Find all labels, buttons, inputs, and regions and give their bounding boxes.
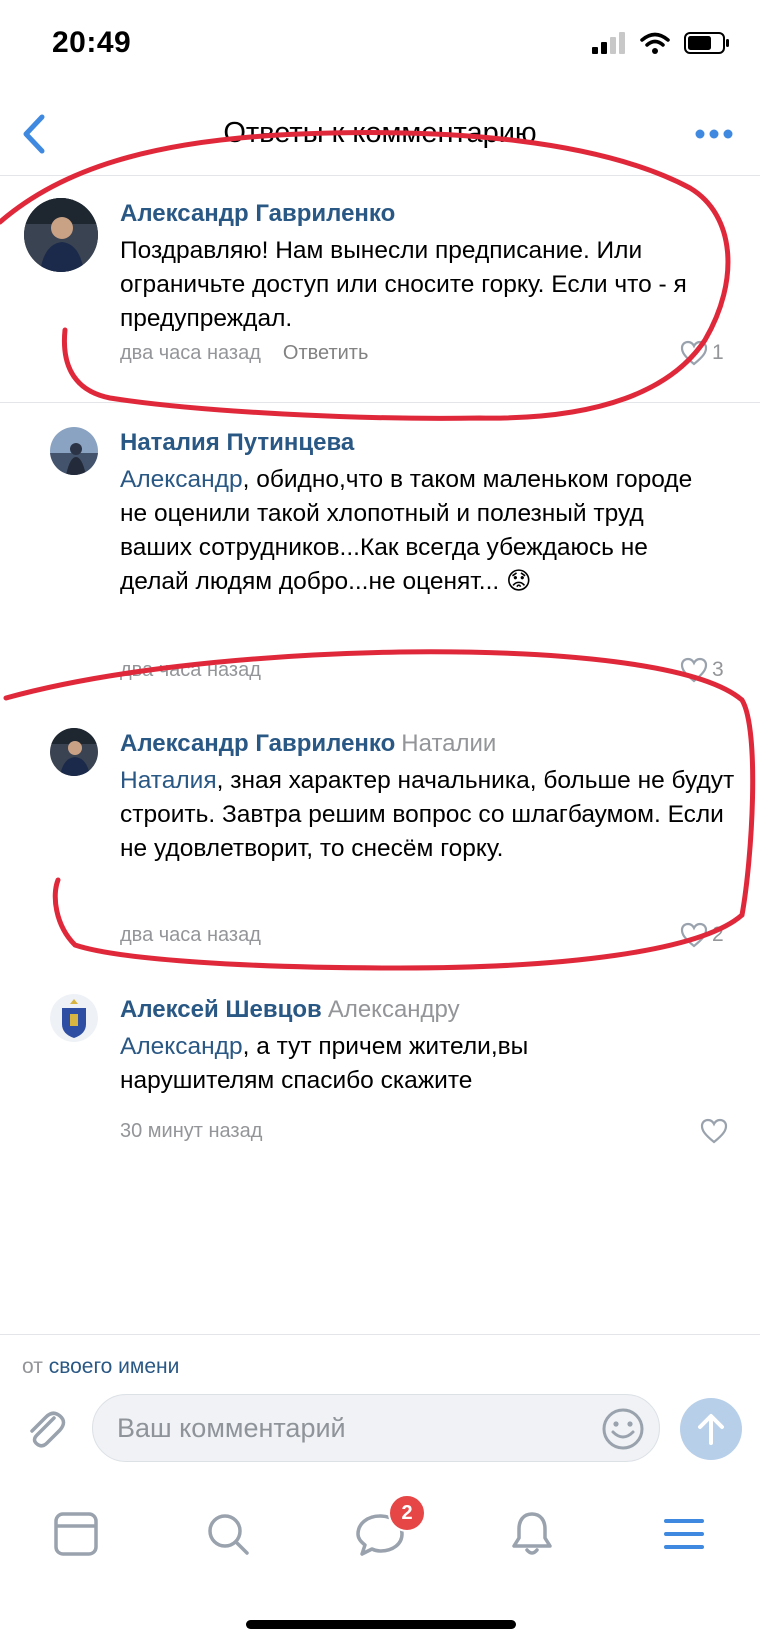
paperclip-icon[interactable]: [20, 1404, 70, 1454]
home-indicator: [246, 1620, 516, 1629]
heart-icon: [680, 657, 708, 683]
more-dots-icon[interactable]: [692, 119, 736, 149]
avatar[interactable]: [24, 198, 98, 272]
comment-time: два часа назад: [120, 924, 261, 946]
comment-meta: два часа назад: [120, 924, 261, 947]
app-header: Ответы к комментарию: [0, 95, 760, 176]
comment-input[interactable]: Ваш комментарий: [92, 1394, 660, 1462]
bell-icon[interactable]: [502, 1504, 562, 1564]
comment-author[interactable]: Александр Гавриленко Наталии: [120, 730, 496, 758]
comment-placeholder: Ваш комментарий: [117, 1413, 346, 1443]
tab-bar: 2: [0, 1480, 760, 1600]
comment-author[interactable]: Алексей Шевцов Александру: [120, 996, 460, 1024]
comment: Александр Гавриленко Наталии Наталия, зна…: [0, 700, 760, 950]
avatar[interactable]: [50, 427, 98, 475]
comment: Наталия Путинцева Александр, обидно,что …: [0, 403, 760, 689]
heart-icon: [680, 340, 708, 366]
divider: [0, 1334, 760, 1335]
comment-text: Александр, а тут причем жители,вы наруши…: [120, 1033, 529, 1094]
mention-link[interactable]: Александр: [120, 466, 243, 493]
avatar[interactable]: [50, 728, 98, 776]
emoji-icon[interactable]: [601, 1407, 645, 1451]
reply-button[interactable]: Ответить: [283, 342, 369, 364]
post-as-link[interactable]: своего имени: [49, 1355, 180, 1378]
comment-meta: два часа назад: [120, 659, 261, 682]
mention-link[interactable]: Наталия: [120, 767, 217, 794]
send-arrow-icon: [698, 1414, 724, 1445]
search-icon[interactable]: [198, 1504, 258, 1564]
like-button[interactable]: 1: [680, 340, 724, 366]
comment-time: два часа назад: [120, 342, 261, 364]
status-bar: 20:49: [0, 0, 760, 95]
comment-author[interactable]: Александр Гавриленко: [120, 200, 395, 228]
comment-time: два часа назад: [120, 659, 261, 681]
menu-icon[interactable]: [654, 1504, 714, 1564]
avatar[interactable]: [50, 994, 98, 1042]
signal-icon: [592, 32, 625, 54]
post-as-selector[interactable]: от своего имени: [22, 1355, 179, 1379]
heart-icon: [680, 922, 708, 948]
comment: Алексей Шевцов Александру Александр, а ту…: [0, 970, 760, 1150]
messages-badge: 2: [388, 1494, 426, 1532]
like-button[interactable]: [700, 1118, 728, 1144]
comment-author[interactable]: Наталия Путинцева: [120, 429, 354, 457]
reply-to: Наталии: [401, 730, 497, 757]
like-button[interactable]: 3: [680, 657, 724, 683]
comment-text: Наталия, зная характер начальника, больш…: [120, 767, 735, 862]
comment: Александр Гавриленко Поздравляю! Нам вын…: [0, 176, 760, 402]
heart-icon: [700, 1118, 728, 1144]
mention-link[interactable]: Александр: [120, 1033, 243, 1060]
like-count: 2: [712, 923, 724, 946]
status-time: 20:49: [52, 26, 132, 59]
comment-text: Александр, обидно,что в таком маленьком …: [120, 466, 693, 595]
status-icons: [592, 32, 730, 54]
comment-time: 30 минут назад: [120, 1120, 263, 1142]
newsfeed-icon[interactable]: [46, 1504, 106, 1564]
page-title: Ответы к комментарию: [223, 117, 537, 149]
like-button[interactable]: 2: [680, 922, 724, 948]
send-button[interactable]: [680, 1398, 742, 1460]
comment-text: Поздравляю! Нам вынесли предписание. Или…: [120, 237, 687, 332]
like-count: 3: [712, 658, 724, 681]
battery-icon: [684, 32, 729, 54]
wifi-icon: [640, 32, 670, 54]
comment-composer: Ваш комментарий: [0, 1390, 760, 1480]
reply-to: Александру: [327, 996, 460, 1023]
like-count: 1: [712, 341, 724, 364]
emoji: 😟: [506, 568, 532, 595]
comment-meta: 30 минут назад: [120, 1120, 262, 1143]
comment-meta: два часа назад Ответить: [120, 342, 368, 365]
